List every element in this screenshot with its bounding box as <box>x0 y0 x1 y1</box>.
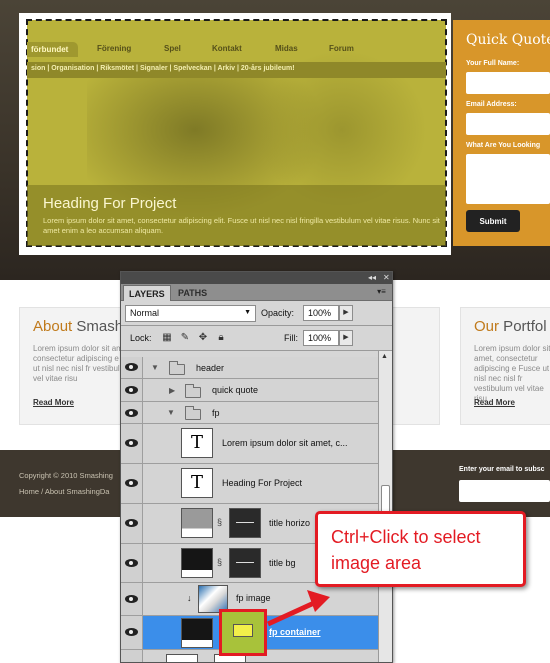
callout-box: Ctrl+Click to select image area <box>315 511 526 587</box>
layer-mask-thumbnail[interactable] <box>233 624 253 637</box>
mask-thumbnail-highlight <box>219 609 267 656</box>
callout-text: Ctrl+Click to select image area <box>331 527 481 573</box>
